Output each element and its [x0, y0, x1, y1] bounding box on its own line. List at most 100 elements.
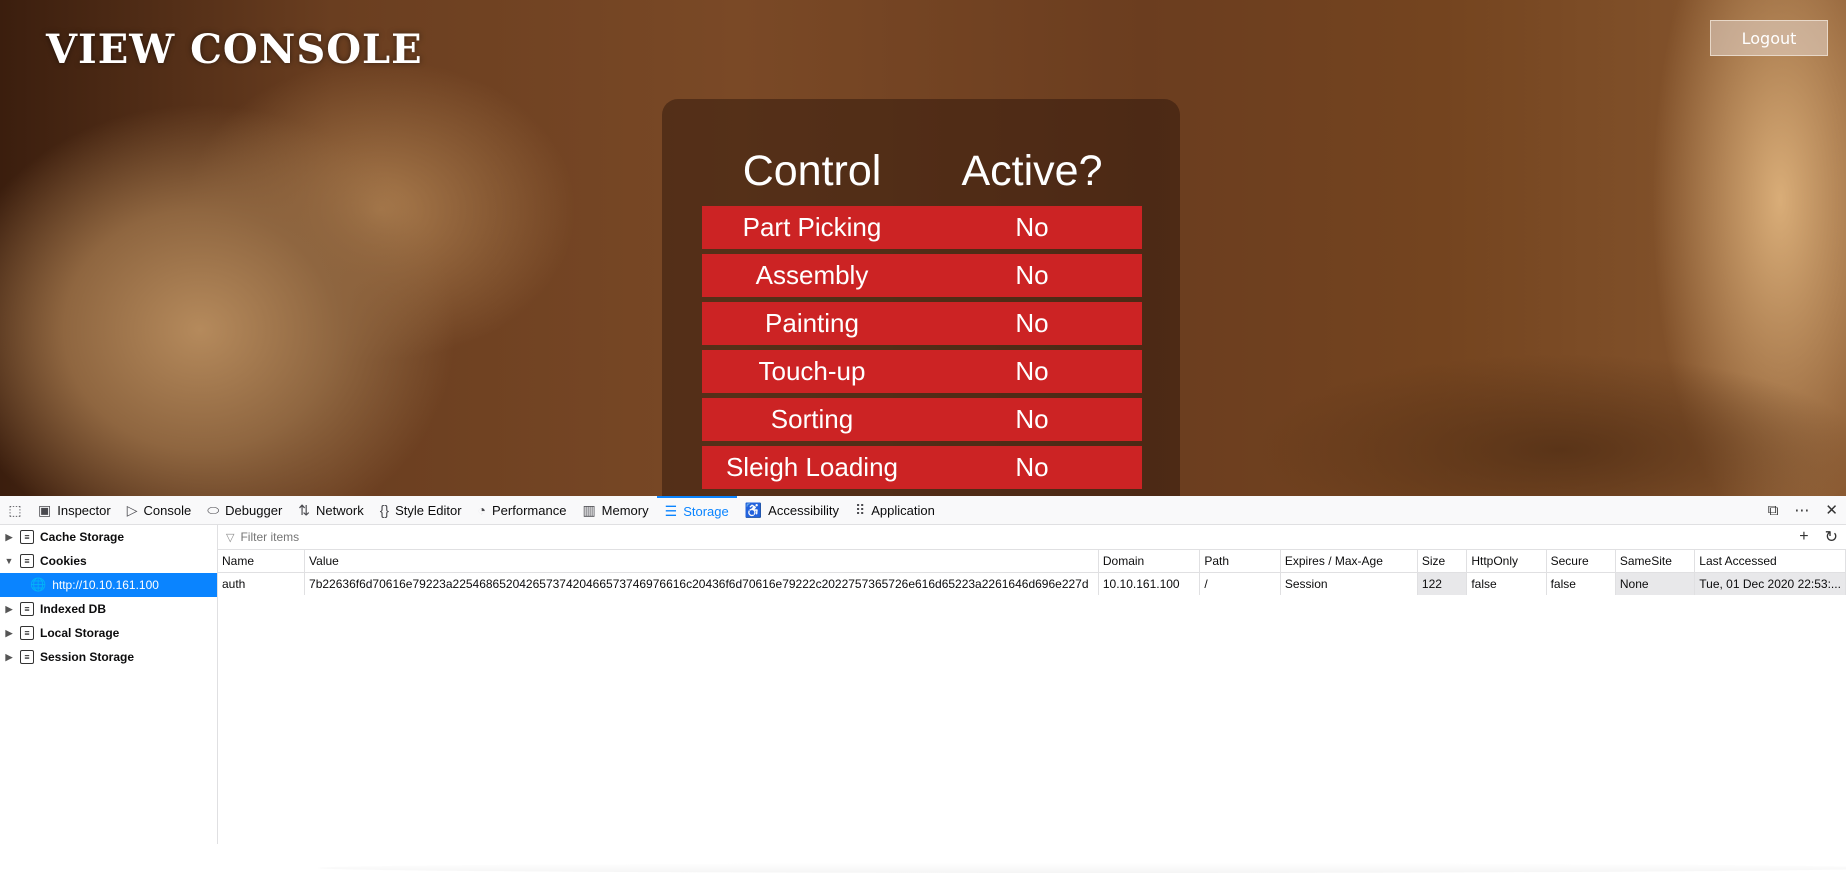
tab-network[interactable]: ⇅ Network [290, 496, 371, 524]
header-active: Active? [961, 147, 1103, 195]
storage-sidebar: ▶ ≡ Cache Storage ▼ ≡ Cookies 🌐 http://1… [0, 525, 218, 844]
sidebar-item-indexed-db[interactable]: ▶ ≡ Indexed DB [0, 597, 217, 621]
tab-style-editor[interactable]: {} Style Editor [372, 496, 470, 524]
table-row: Assembly No [702, 254, 1142, 297]
column-header[interactable]: Size [1417, 550, 1468, 573]
console-icon: ▷ [126, 501, 138, 518]
tab-label: Memory [601, 502, 649, 518]
sidebar-item-cookies[interactable]: ▼ ≡ Cookies [0, 549, 217, 573]
sidebar-item-label: Indexed DB [40, 602, 107, 616]
add-item-icon[interactable]: + [1799, 528, 1808, 546]
filter-controls: + ↻ [1799, 525, 1838, 549]
style-editor-icon: {} [379, 502, 390, 518]
filter-icon: ▽ [226, 531, 235, 544]
cookie-secure[interactable]: false [1546, 572, 1616, 595]
collapse-arrow-icon[interactable]: ▼ [2, 556, 16, 566]
memory-icon: ▥ [582, 501, 596, 518]
globe-icon: 🌐 [30, 577, 47, 592]
expand-arrow-icon[interactable]: ▶ [2, 652, 16, 663]
table-header-row: Name Value Domain Path Expires / Max-Age… [218, 550, 1846, 573]
performance-icon: ◔ [477, 502, 487, 518]
tab-storage[interactable]: ☰ Storage [656, 496, 737, 524]
table-row: Touch-up No [702, 350, 1142, 393]
cookie-domain[interactable]: 10.10.161.100 [1098, 572, 1201, 595]
column-header[interactable]: Path [1199, 550, 1281, 573]
network-icon: ⇅ [298, 501, 311, 518]
filter-bar: ▽ + ↻ [218, 525, 1846, 550]
tab-debugger[interactable]: ⬭ Debugger [199, 496, 290, 524]
page-title: VIEW CONSOLE [46, 26, 423, 73]
table-row[interactable]: auth 7b22636f6d70616e79223a2254686520426… [218, 572, 1846, 595]
column-header[interactable]: SameSite [1615, 550, 1696, 573]
tab-accessibility[interactable]: ♿ Accessibility [737, 496, 847, 524]
sidebar-item-session-storage[interactable]: ▶ ≡ Session Storage [0, 645, 217, 669]
column-header[interactable]: Expires / Max-Age [1280, 550, 1418, 573]
column-header[interactable]: Name [218, 550, 306, 573]
control-name: Sleigh Loading [725, 452, 899, 482]
database-icon: ≡ [20, 602, 34, 616]
control-table-header: Control Active? [702, 147, 1142, 196]
storage-main: ▽ + ↻ Name Value Domain Path Expires / M… [218, 525, 1846, 873]
sidebar-item-label: Local Storage [40, 626, 120, 640]
cookie-last-accessed: Tue, 01 Dec 2020 22:53:... [1694, 572, 1846, 595]
filter-input[interactable] [238, 529, 643, 545]
cookie-httponly[interactable]: false [1466, 572, 1547, 595]
inspector-icon: ▣ [38, 501, 52, 518]
dock-icon[interactable]: ⧉ [1768, 502, 1779, 519]
database-icon: ≡ [20, 626, 34, 640]
control-status: No [1015, 308, 1049, 338]
database-icon: ≡ [20, 650, 34, 664]
control-name: Painting [765, 308, 859, 338]
column-header[interactable]: Domain [1098, 550, 1201, 573]
control-name: Sorting [770, 404, 854, 434]
sidebar-item-cookie-host[interactable]: 🌐 http://10.10.161.100 [0, 573, 217, 597]
table-row: Part Picking No [702, 206, 1142, 249]
tab-label: Inspector [57, 502, 111, 518]
storage-icon: ☰ [664, 502, 678, 519]
tab-memory[interactable]: ▥ Memory [574, 496, 656, 524]
element-picker-icon[interactable]: ⬚ [0, 502, 30, 519]
control-status: No [1015, 212, 1049, 242]
tab-label: Performance [492, 502, 567, 518]
control-status: No [1015, 452, 1049, 482]
column-header[interactable]: HttpOnly [1466, 550, 1547, 573]
tab-inspector[interactable]: ▣ Inspector [30, 496, 119, 524]
logout-button[interactable]: Logout [1710, 20, 1828, 56]
column-header[interactable]: Value [304, 550, 1099, 573]
cookie-expires[interactable]: Session [1280, 572, 1418, 595]
application-icon: ⠿ [854, 501, 866, 518]
control-name: Part Picking [742, 212, 882, 242]
control-status: No [1015, 404, 1049, 434]
refresh-icon[interactable]: ↻ [1825, 527, 1838, 547]
cookie-path[interactable]: / [1199, 572, 1281, 595]
expand-arrow-icon[interactable]: ▶ [2, 532, 16, 543]
panel-bottom-shadow [318, 863, 1846, 873]
tab-console[interactable]: ▷ Console [119, 496, 199, 524]
close-icon[interactable]: ✕ [1825, 501, 1838, 519]
sidebar-item-local-storage[interactable]: ▶ ≡ Local Storage [0, 621, 217, 645]
column-header[interactable]: Last Accessed [1694, 550, 1846, 573]
tab-performance[interactable]: ◔ Performance [470, 496, 575, 524]
tab-application[interactable]: ⠿ Application [847, 496, 943, 524]
control-table-body: Part Picking No Assembly No Painting No … [702, 206, 1142, 494]
control-name: Touch-up [758, 356, 866, 386]
more-options-icon[interactable]: ⋯ [1794, 501, 1809, 519]
cookie-value[interactable]: 7b22636f6d70616e79223a225468652042657374… [304, 572, 1099, 595]
accessibility-icon: ♿ [744, 501, 763, 518]
table-row: Sleigh Loading No [702, 446, 1142, 489]
cookie-name[interactable]: auth [218, 572, 306, 595]
tab-label: Console [143, 502, 192, 518]
column-header[interactable]: Secure [1546, 550, 1616, 573]
tab-label: Debugger [225, 502, 283, 518]
tab-label: Storage [683, 503, 729, 519]
cookie-samesite[interactable]: None [1615, 572, 1696, 595]
debugger-icon: ⬭ [207, 501, 220, 518]
sidebar-item-label: Cookies [40, 554, 87, 568]
expand-arrow-icon[interactable]: ▶ [2, 628, 16, 639]
sidebar-item-cache-storage[interactable]: ▶ ≡ Cache Storage [0, 525, 217, 549]
expand-arrow-icon[interactable]: ▶ [2, 604, 16, 615]
control-name: Assembly [755, 260, 869, 290]
web-page: VIEW CONSOLE Logout Control Active? Part… [0, 0, 1846, 496]
control-status: No [1015, 356, 1049, 386]
table-row: Sorting No [702, 398, 1142, 441]
